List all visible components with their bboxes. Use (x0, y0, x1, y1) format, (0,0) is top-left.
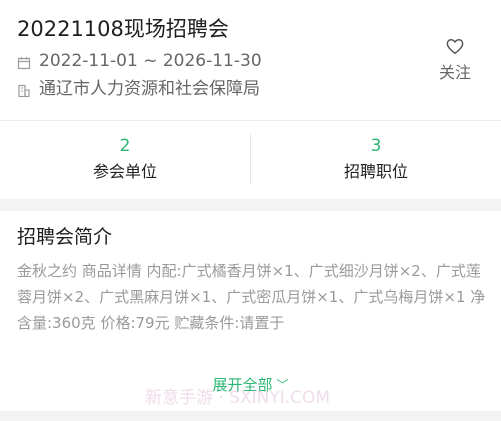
date-range: 2022-11-01 ~ 2026-11-30 (39, 51, 262, 71)
intro-text: 金秋之约 商品详情 内配:广式橘香月饼×1、广式细沙月饼×2、广式莲蓉月饼×2、… (17, 262, 486, 332)
stat-participating-units[interactable]: 2 参会单位 (0, 121, 250, 199)
building-icon (17, 82, 31, 98)
positions-count: 3 (370, 136, 382, 156)
units-count: 2 (119, 136, 131, 156)
intro-section: 招聘会简介 金秋之约 商品详情 内配:广式橘香月饼×1、广式细沙月饼×2、广式莲… (0, 211, 501, 411)
positions-label: 招聘职位 (343, 162, 408, 181)
expand-all-button[interactable]: 展开全部 ﹀ (0, 375, 501, 396)
section-gap (0, 199, 501, 211)
fair-header: 20221108现场招聘会 2022-11-01 ~ 2026-11-30 通辽… (0, 0, 501, 120)
date-row: 2022-11-01 ~ 2026-11-30 (17, 50, 262, 72)
units-label: 参会单位 (92, 162, 157, 181)
organizer-name: 通辽市人力资源和社会保障局 (39, 79, 260, 99)
follow-button[interactable]: 关注 (430, 38, 480, 84)
page-title: 20221108现场招聘会 (17, 17, 229, 41)
intro-title: 招聘会简介 (17, 226, 113, 248)
follow-label: 关注 (438, 63, 471, 82)
heart-icon (446, 38, 464, 59)
stats-separator (250, 134, 251, 184)
chevron-down-icon: ﹀ (276, 378, 289, 392)
section-gap-bottom (0, 411, 501, 421)
organizer-row: 通辽市人力资源和社会保障局 (17, 78, 260, 100)
stat-job-positions[interactable]: 3 招聘职位 (251, 121, 501, 199)
calendar-icon (17, 54, 31, 70)
expand-label: 展开全部 (212, 376, 273, 394)
